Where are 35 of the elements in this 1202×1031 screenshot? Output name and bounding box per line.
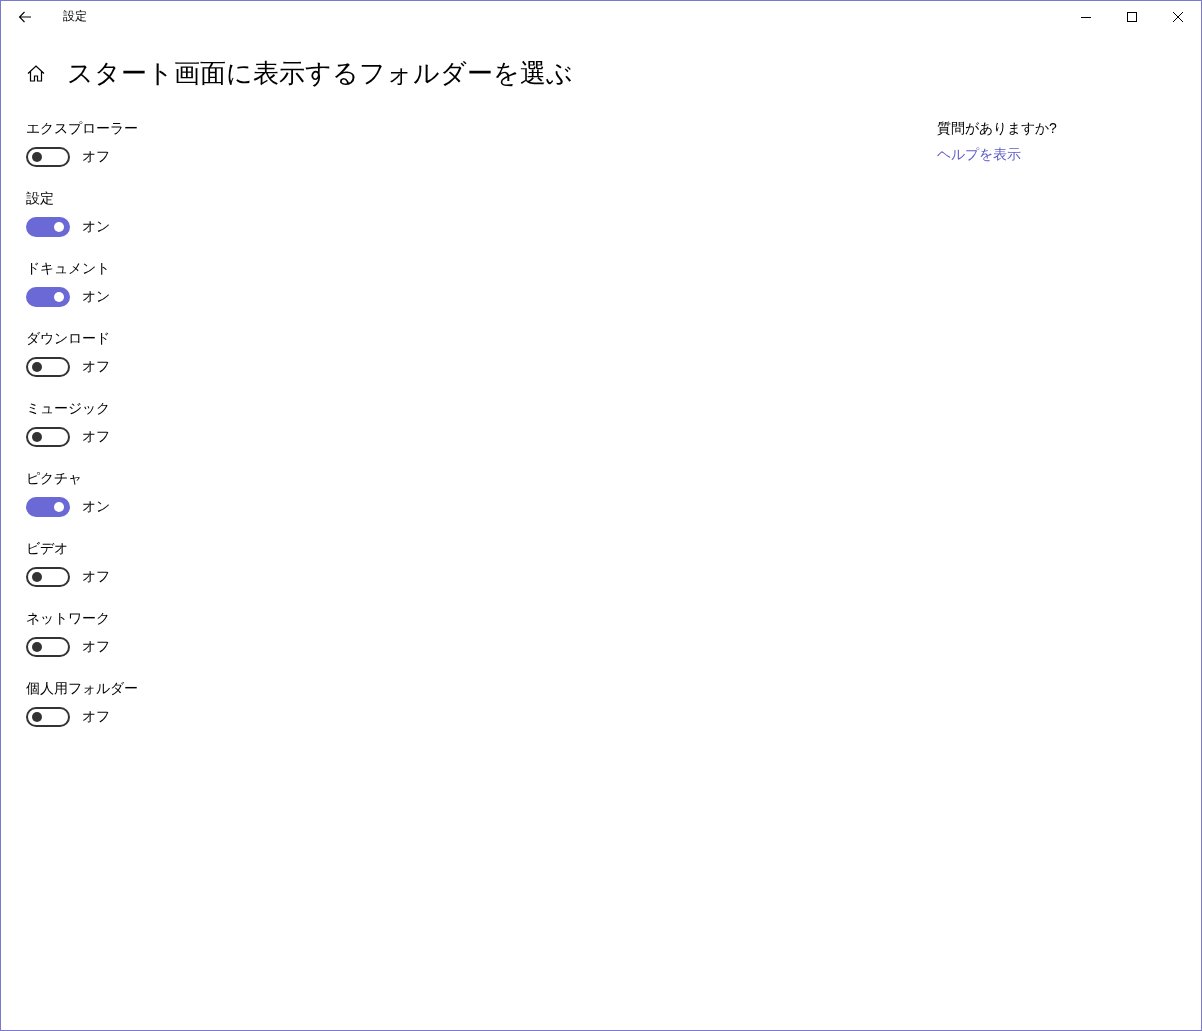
toggle-state-text: オン bbox=[82, 218, 110, 236]
setting-label: ドキュメント bbox=[26, 259, 111, 278]
setting-label: 個人用フォルダー bbox=[26, 679, 139, 698]
window-title: 設定 bbox=[63, 8, 87, 25]
toggle-switch[interactable] bbox=[26, 357, 70, 377]
toggle-state-text: オン bbox=[82, 498, 110, 516]
toggle-state-text: オン bbox=[82, 288, 110, 306]
toggle-switch[interactable] bbox=[26, 427, 70, 447]
page-heading: スタート画面に表示するフォルダーを選ぶ bbox=[67, 56, 573, 90]
setting-label: ピクチャ bbox=[26, 469, 83, 488]
setting-label: ミュージック bbox=[26, 399, 111, 418]
toggle-switch[interactable] bbox=[26, 217, 70, 237]
close-icon bbox=[1173, 11, 1183, 22]
toggle-switch[interactable] bbox=[26, 637, 70, 657]
toggle-switch[interactable] bbox=[26, 147, 70, 167]
toggle-state-text: オフ bbox=[82, 638, 110, 656]
setting-label: ビデオ bbox=[26, 539, 69, 558]
help-link[interactable]: ヘルプを表示 bbox=[937, 146, 1021, 164]
setting-label: エクスプローラー bbox=[26, 119, 139, 138]
home-icon[interactable] bbox=[27, 64, 45, 82]
toggle-state-text: オフ bbox=[82, 708, 110, 726]
back-arrow-icon bbox=[18, 10, 32, 23]
help-question: 質問がありますか? bbox=[937, 119, 1057, 138]
toggle-switch[interactable] bbox=[26, 497, 70, 517]
toggle-state-text: オフ bbox=[82, 148, 110, 166]
setting-label: ダウンロード bbox=[26, 329, 111, 348]
toggle-switch[interactable] bbox=[26, 287, 70, 307]
toggle-switch[interactable] bbox=[26, 567, 70, 587]
toggle-state-text: オフ bbox=[82, 568, 110, 586]
setting-label: 設定 bbox=[26, 189, 55, 208]
toggle-state-text: オフ bbox=[82, 428, 110, 446]
toggle-state-text: オフ bbox=[82, 358, 110, 376]
maximize-icon bbox=[1127, 11, 1137, 22]
setting-label: ネットワーク bbox=[26, 609, 111, 628]
toggle-switch[interactable] bbox=[26, 707, 70, 727]
